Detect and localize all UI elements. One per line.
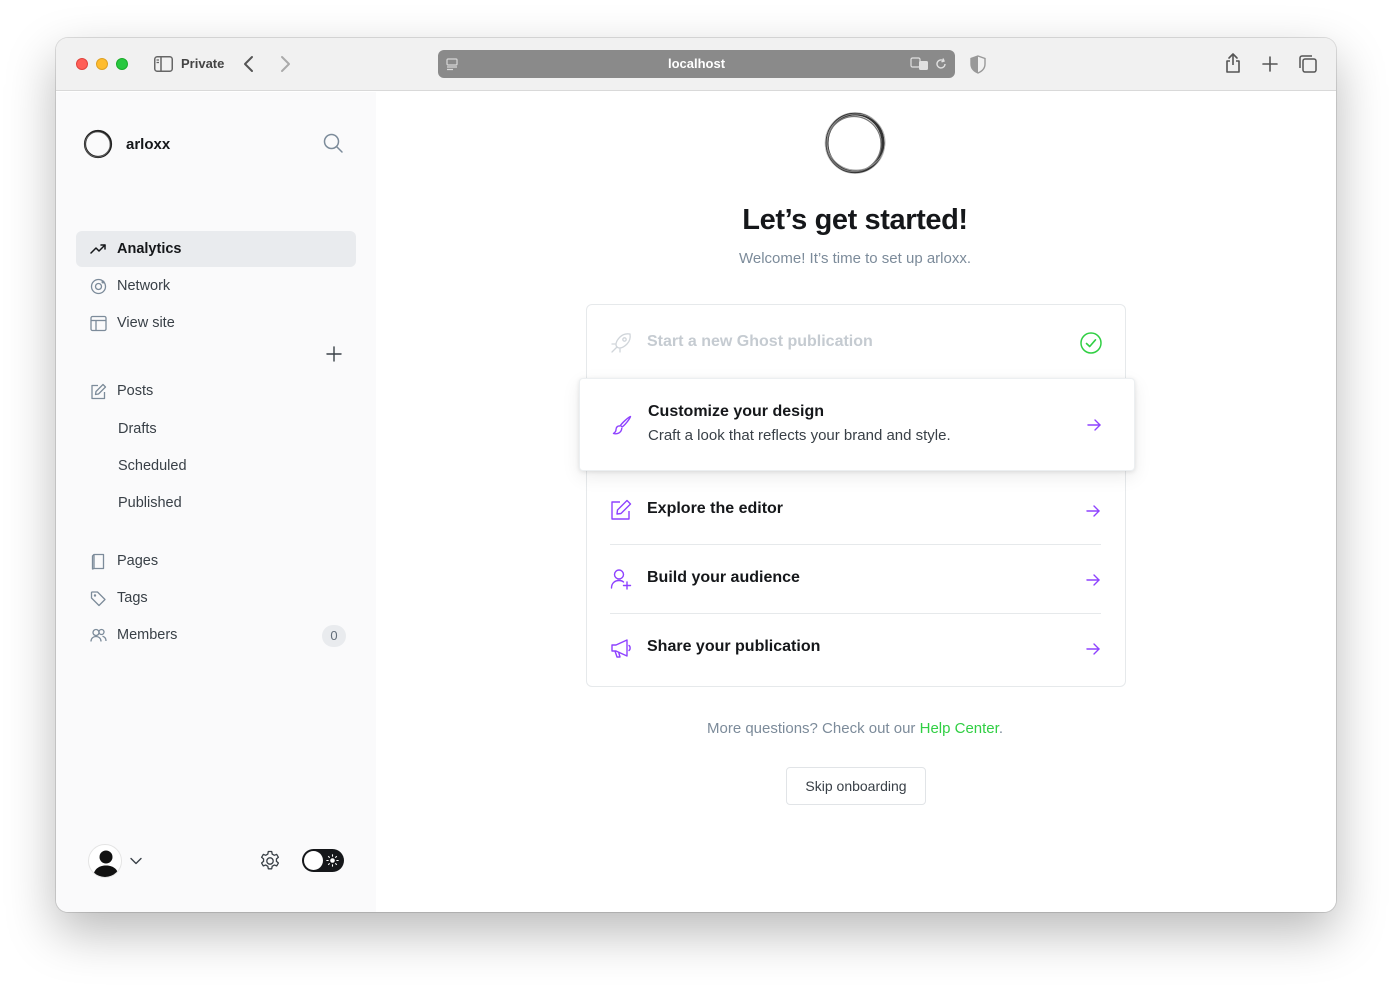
step-title: Explore the editor (647, 500, 784, 517)
step-title: Share your publication (647, 638, 821, 655)
theme-toggle[interactable] (302, 849, 344, 872)
skip-onboarding-button[interactable]: Skip onboarding (786, 767, 926, 805)
members-icon (90, 628, 107, 642)
address-bar[interactable]: localhost (438, 50, 955, 78)
sidebar-item-analytics[interactable]: Analytics (76, 231, 356, 267)
reload-icon[interactable] (935, 57, 947, 71)
sidebar-item-label: Analytics (117, 241, 182, 257)
posts-icon (91, 383, 107, 399)
sidebar-item-label: View site (117, 315, 175, 331)
arrow-right-icon (1086, 574, 1100, 586)
step-share-publication[interactable]: Share your publication (587, 614, 1125, 686)
tags-icon (90, 590, 106, 606)
new-tab-icon[interactable] (1261, 55, 1279, 73)
page-title: Let’s get started! (742, 204, 968, 236)
arrow-right-icon (1086, 505, 1100, 517)
edit-icon (611, 499, 632, 520)
gear-icon[interactable] (258, 849, 282, 873)
sidebar-item-published[interactable]: Published (118, 495, 182, 511)
view-site-icon (90, 315, 107, 331)
translate-icon[interactable] (910, 57, 930, 71)
forward-icon[interactable] (278, 54, 292, 74)
site-brand[interactable]: arloxx (82, 128, 170, 160)
step-description: Craft a look that reflects your brand an… (648, 427, 951, 444)
sun-icon (326, 854, 339, 867)
sidebar-item-label: Tags (117, 590, 148, 606)
sidebar-item-label: Pages (117, 553, 159, 569)
sidebar-item-label: Members (117, 627, 178, 643)
share-icon[interactable] (1224, 52, 1242, 74)
search-icon[interactable] (322, 132, 344, 154)
browser-toolbar: Private localhost (56, 38, 1336, 91)
step-title: Start a new Ghost publication (647, 333, 873, 350)
sidebar: arloxx Analytics Network View site Posts… (56, 92, 376, 912)
analytics-icon (90, 243, 106, 254)
browser-window: Private localhost arloxx Analytics Netwo… (56, 38, 1336, 912)
help-suffix: . (998, 720, 1003, 737)
help-prefix: More questions? Check out our (706, 720, 920, 737)
members-count-badge: 0 (322, 625, 346, 647)
user-avatar-icon (93, 850, 119, 877)
sidebar-item-label: Posts (117, 383, 154, 399)
help-text: More questions? Check out our Help Cente… (376, 720, 1334, 737)
sidebar-item-drafts[interactable]: Drafts (118, 421, 157, 437)
step-explore-editor[interactable]: Explore the editor (587, 471, 1125, 544)
arrow-right-icon (1087, 419, 1101, 431)
avatar[interactable] (88, 844, 122, 878)
minimize-window-button[interactable] (96, 58, 108, 70)
sidebar-item-posts[interactable]: Posts (76, 373, 356, 409)
back-icon[interactable] (242, 54, 256, 74)
new-post-icon[interactable] (325, 345, 343, 363)
step-title: Build your audience (647, 569, 800, 586)
sidebar-item-tags[interactable]: Tags (76, 580, 356, 616)
sidebar-item-scheduled[interactable]: Scheduled (118, 458, 187, 474)
close-window-button[interactable] (76, 58, 88, 70)
url-text: localhost (667, 56, 726, 71)
onboarding-checklist: Start a new Ghost publication Customize … (579, 304, 1135, 687)
sidebar-toggle-icon[interactable] (154, 56, 173, 72)
site-logo-icon (83, 129, 113, 159)
network-icon (90, 278, 107, 294)
sidebar-item-members[interactable]: Members (76, 617, 356, 653)
add-member-icon (610, 569, 632, 590)
sidebar-item-view-site[interactable]: View site (76, 305, 356, 341)
page-subtitle: Welcome! It’s time to set up arloxx. (738, 250, 972, 267)
brush-icon (612, 415, 632, 435)
ghost-logo-icon (824, 112, 886, 174)
sidebar-item-pages[interactable]: Pages (76, 543, 356, 579)
maximize-window-button[interactable] (116, 58, 128, 70)
tab-overview-icon[interactable] (1298, 54, 1318, 74)
check-circle-icon (1080, 332, 1102, 354)
main-content: Let’s get started! Welcome! It’s time to… (376, 92, 1336, 912)
megaphone-icon (611, 639, 631, 658)
privacy-shield-icon[interactable] (970, 55, 986, 74)
step-title: Customize your design (648, 403, 825, 420)
private-mode-label: Private (181, 56, 225, 71)
arrow-right-icon (1086, 643, 1100, 655)
pages-icon (91, 553, 105, 570)
rocket-icon (611, 333, 631, 353)
step-customize-design[interactable]: Customize your design Craft a look that … (579, 378, 1135, 471)
sidebar-item-network[interactable]: Network (76, 268, 356, 304)
help-center-link[interactable]: Help Center (920, 720, 999, 737)
step-build-audience[interactable]: Build your audience (587, 545, 1125, 613)
sidebar-item-label: Network (117, 278, 171, 294)
site-name: arloxx (126, 135, 171, 153)
step-start-publication: Start a new Ghost publication (587, 305, 1125, 378)
toggle-knob (304, 851, 323, 870)
chevron-down-icon[interactable] (129, 854, 143, 868)
